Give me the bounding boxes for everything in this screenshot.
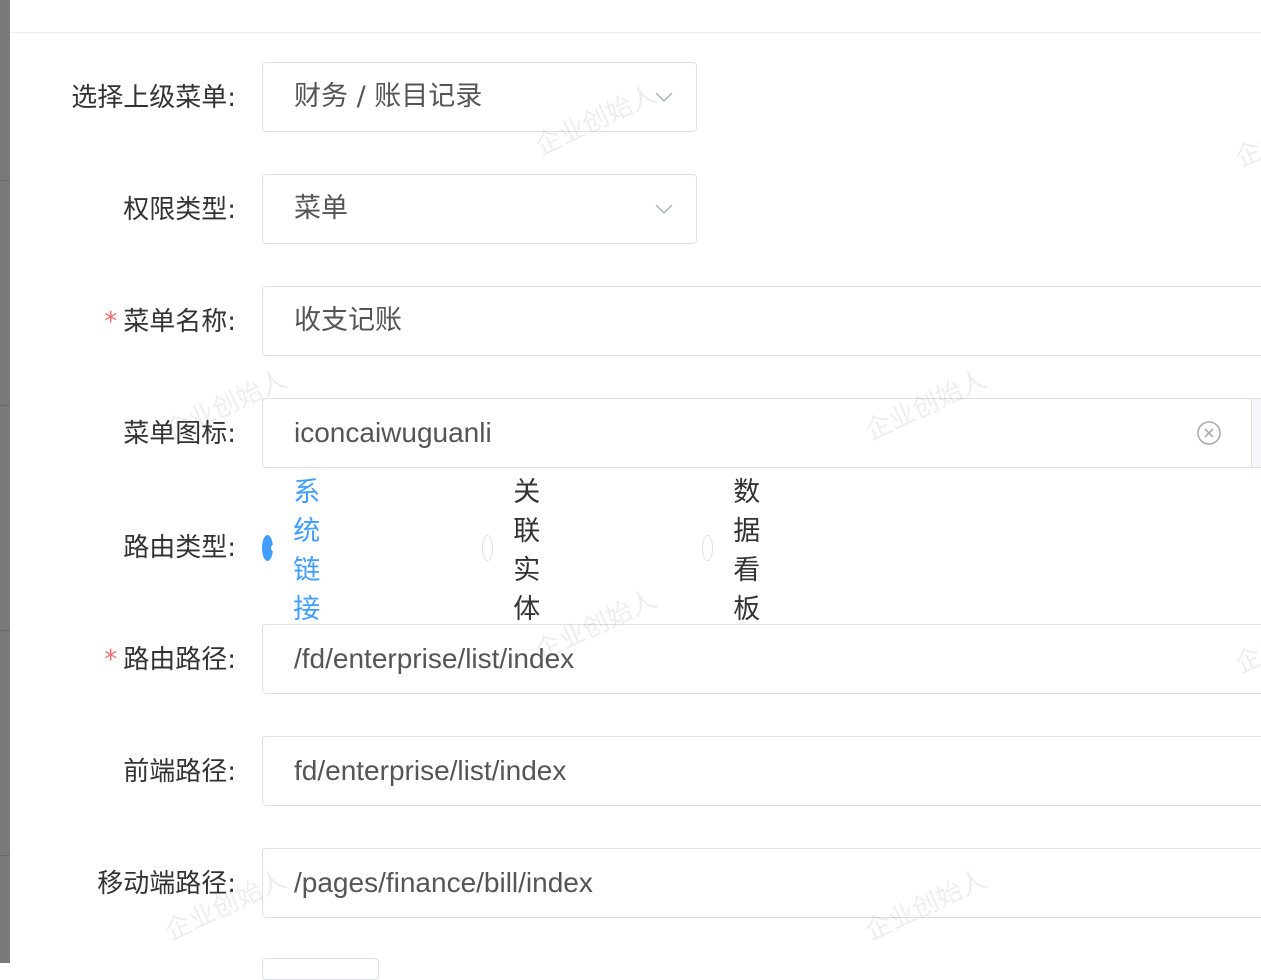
menu-name-label: * 菜单名称: (104, 307, 236, 337)
frontend-path-value: fd/enterprise/list/index (294, 755, 567, 786)
form-row-menu-name: * 菜单名称: 收支记账 (10, 286, 1261, 358)
mobile-path-value: /pages/finance/bill/index (294, 867, 593, 898)
menu-icon-value: iconcaiwuguanli (294, 417, 492, 448)
icon-picker-addon[interactable] (1251, 399, 1261, 467)
menu-name-value: 收支记账 (294, 305, 402, 336)
radio-unchecked-icon (482, 535, 494, 561)
route-type-option-system-link[interactable]: 系统链接 (262, 477, 335, 625)
parent-menu-label: 选择上级菜单: (71, 83, 236, 113)
route-path-input[interactable]: /fd/enterprise/list/index (262, 624, 1261, 694)
route-path-value: /fd/enterprise/list/index (294, 643, 575, 674)
form-row-menu-icon: 菜单图标: iconcaiwuguanli (10, 398, 1261, 470)
form-row-parent-menu: 选择上级菜单: 财务 / 账目记录 (10, 62, 1261, 134)
form-row-frontend-path: 前端路径: fd/enterprise/list/index (10, 736, 1261, 808)
frontend-path-input[interactable]: fd/enterprise/list/index (262, 736, 1261, 806)
parent-menu-select[interactable]: 财务 / 账目记录 (262, 62, 697, 132)
menu-icon-input[interactable]: iconcaiwuguanli (262, 398, 1261, 468)
chevron-down-icon (655, 204, 673, 215)
route-path-label: * 路由路径: (104, 645, 236, 675)
left-edge-strip (0, 0, 10, 963)
route-type-option-dashboard[interactable]: 数据看板 (702, 477, 775, 625)
route-type-label: 路由类型: (123, 533, 236, 563)
mobile-path-input[interactable]: /pages/finance/bill/index (262, 848, 1261, 918)
form-row-route-path: * 路由路径: /fd/enterprise/list/index (10, 624, 1261, 696)
form-row-route-type: 路由类型: 系统链接 关联实体 数据看板 (10, 477, 1261, 625)
permission-type-select[interactable]: 菜单 (262, 174, 697, 244)
menu-name-input[interactable]: 收支记账 (262, 286, 1261, 356)
partial-bottom-button[interactable] (262, 958, 379, 980)
chevron-down-icon (655, 92, 673, 103)
radio-unchecked-icon (702, 535, 714, 561)
required-asterisk: * (104, 645, 118, 675)
permission-type-value: 菜单 (294, 193, 348, 224)
menu-icon-label: 菜单图标: (123, 419, 236, 449)
permission-type-label: 权限类型: (123, 195, 236, 225)
frontend-path-label: 前端路径: (123, 757, 236, 787)
mobile-path-label: 移动端路径: (97, 869, 236, 899)
form-row-mobile-path: 移动端路径: /pages/finance/bill/index (10, 848, 1261, 920)
required-asterisk: * (104, 307, 118, 337)
header-divider (10, 32, 1261, 33)
circle-close-icon[interactable] (1196, 420, 1222, 446)
radio-checked-icon (262, 535, 280, 561)
route-type-option-related-entity[interactable]: 关联实体 (482, 477, 555, 625)
parent-menu-value: 财务 / 账目记录 (294, 81, 483, 112)
form-row-permission-type: 权限类型: 菜单 (10, 174, 1261, 246)
